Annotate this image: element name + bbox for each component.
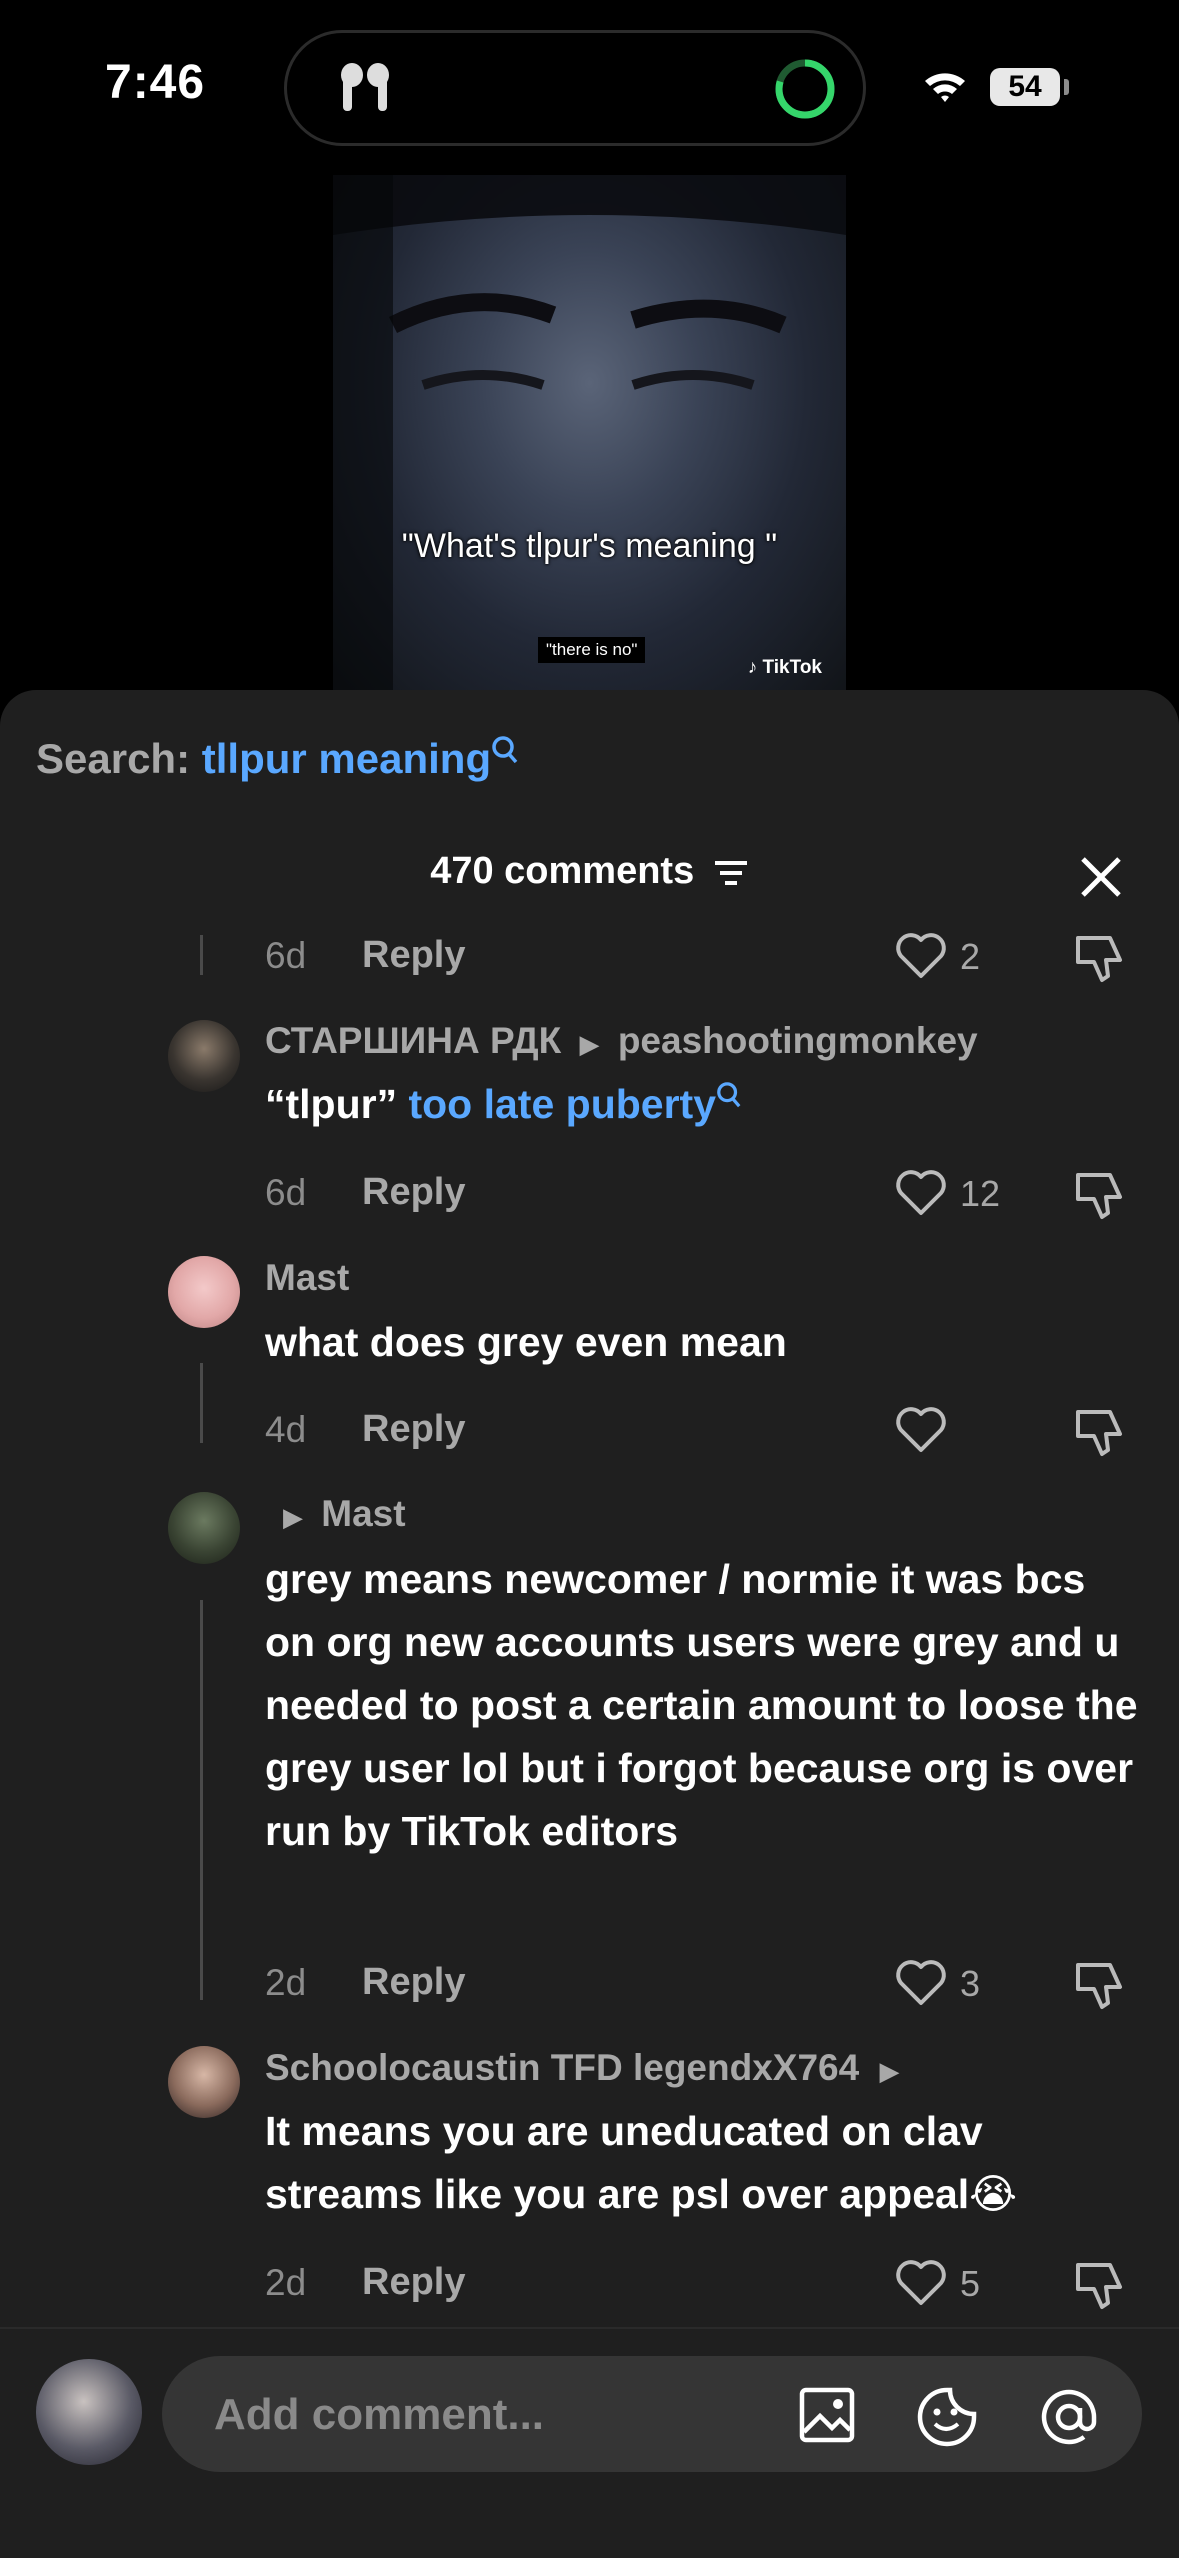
comment-text-plain: “tlpur”	[265, 1081, 409, 1127]
reply-button[interactable]: Reply	[362, 934, 465, 977]
reply-arrow-icon: ▶	[879, 2056, 900, 2086]
dislike-icon[interactable]	[1072, 1957, 1128, 2013]
comment-text: what does grey even mean	[265, 1319, 787, 1365]
progress-ring-icon	[775, 59, 835, 119]
airpods-icon	[341, 63, 389, 111]
reply-button[interactable]: Reply	[362, 1171, 465, 1214]
image-icon[interactable]	[798, 2386, 856, 2444]
mention-icon[interactable]	[1038, 2386, 1100, 2448]
thread-line	[200, 935, 203, 975]
battery-nub	[1064, 79, 1069, 95]
wifi-icon	[925, 73, 965, 102]
comment-search-link[interactable]: too late puberty	[408, 1081, 716, 1127]
sort-icon[interactable]	[713, 858, 749, 888]
comments-sheet: Search: tllpur meaning 470 comments 6d R…	[0, 690, 1179, 2556]
battery-indicator: 54	[990, 68, 1060, 106]
dislike-icon[interactable]	[1072, 2257, 1128, 2313]
reply-arrow-icon: ▶	[579, 1029, 600, 1059]
comment-time: 2d	[265, 1962, 307, 2003]
comment-text: “tlpur” too late puberty	[265, 1073, 1145, 1136]
dynamic-island[interactable]	[284, 30, 866, 146]
username-text: Schoolocaustin TFD legendxX764	[265, 2047, 860, 2088]
heart-icon[interactable]	[895, 932, 947, 980]
close-icon[interactable]	[1078, 854, 1124, 900]
search-icon	[492, 736, 518, 764]
heart-icon[interactable]	[895, 1169, 947, 1217]
video-caption: "What's tlpur's meaning "	[401, 527, 778, 565]
tiktok-watermark: ♪ TikTok	[747, 657, 822, 678]
comment-composer: Add comment...	[0, 2327, 1179, 2558]
my-avatar[interactable]	[36, 2359, 142, 2465]
video-player[interactable]: "What's tlpur's meaning " "there is no" …	[333, 175, 846, 695]
reply-arrow-icon: ▶	[283, 1502, 303, 1532]
comment-username[interactable]: Mast	[265, 1257, 349, 1299]
clock: 7:46	[105, 56, 206, 109]
comment-time: 6d	[265, 935, 307, 976]
like-count: 3	[960, 1963, 981, 2004]
avatar[interactable]	[168, 1492, 240, 1564]
thread-line	[200, 1600, 203, 2000]
reply-button[interactable]: Reply	[362, 1408, 465, 1451]
reply-to-user[interactable]: peashootingmonkey	[618, 1020, 978, 1061]
comment-time: 2d	[265, 2262, 307, 2303]
username-text: СТАРШИНА РДК	[265, 1020, 562, 1061]
comment-time: 4d	[265, 1409, 307, 1450]
comment-count: 470 comments	[430, 850, 695, 892]
video-frame	[333, 175, 846, 695]
like-count: 2	[960, 936, 981, 977]
search-term[interactable]: tllpur meaning	[202, 735, 491, 782]
tiktok-watermark-text: TikTok	[762, 657, 822, 678]
comments-header: 470 comments	[0, 850, 1179, 893]
dislike-icon[interactable]	[1072, 1167, 1128, 1223]
like-count: 5	[960, 2263, 981, 2304]
dislike-icon[interactable]	[1072, 1404, 1128, 1460]
add-comment-placeholder: Add comment...	[214, 2390, 545, 2439]
comment-username[interactable]: Schoolocaustin TFD legendxX764 ▶	[265, 2047, 899, 2089]
comment-username[interactable]: ▶ Mast	[265, 1493, 406, 1535]
comment-text: It means you are uneducated on clav stre…	[265, 2108, 1018, 2217]
reply-button[interactable]: Reply	[362, 1961, 465, 2004]
avatar[interactable]	[168, 2046, 240, 2118]
reply-to-user[interactable]: Mast	[321, 1493, 405, 1534]
heart-icon[interactable]	[895, 2259, 947, 2307]
reply-button[interactable]: Reply	[362, 2261, 465, 2304]
video-subcaption: "there is no"	[538, 637, 646, 663]
comment-time: 6d	[265, 1172, 307, 1213]
dislike-icon[interactable]	[1072, 930, 1128, 986]
like-count: 12	[960, 1173, 1001, 1214]
add-comment-input[interactable]: Add comment...	[162, 2356, 1142, 2472]
thread-line	[200, 1363, 203, 1443]
avatar[interactable]	[168, 1020, 240, 1092]
search-icon	[717, 1082, 741, 1108]
status-bar: 7:46 54	[0, 0, 1179, 170]
avatar[interactable]	[168, 1256, 240, 1328]
comment-text: grey means newcomer / normie it was bcs …	[265, 1556, 1138, 1854]
search-suggestion[interactable]: Search: tllpur meaning	[36, 735, 519, 783]
comment-username[interactable]: СТАРШИНА РДК ▶ peashootingmonkey	[265, 1020, 978, 1062]
search-label: Search:	[36, 735, 191, 782]
sticker-icon[interactable]	[916, 2386, 978, 2448]
heart-icon[interactable]	[895, 1406, 947, 1454]
heart-icon[interactable]	[895, 1959, 947, 2007]
